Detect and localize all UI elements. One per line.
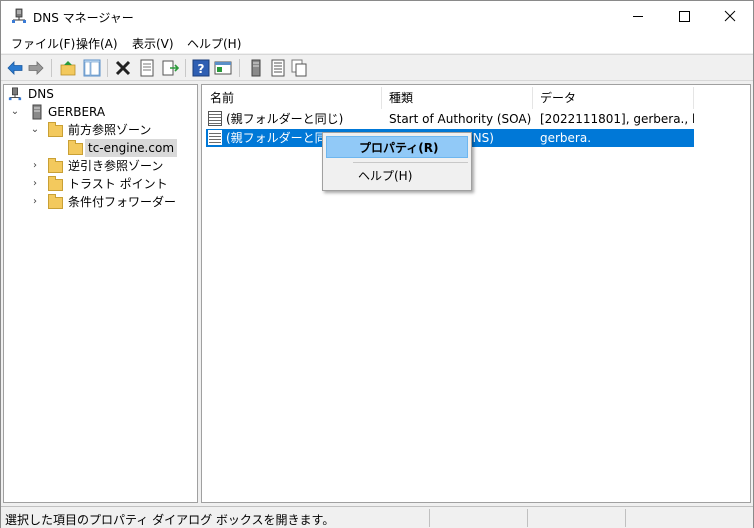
forward-arrow-icon[interactable] xyxy=(27,59,45,77)
tree-label-server: GERBERA xyxy=(48,105,106,119)
dns-manager-window: DNS マネージャー ファイル(F) 操作(A) 表示(V) ヘルプ(H) ? … xyxy=(0,0,754,528)
cell-type: (NS) xyxy=(468,131,494,145)
expanded-chevron-icon[interactable]: ⌄ xyxy=(30,121,40,139)
collapsed-chevron-icon[interactable]: › xyxy=(30,193,40,211)
maximize-button[interactable] xyxy=(661,1,707,31)
close-icon xyxy=(724,10,736,22)
tree-item-dns[interactable]: DNS xyxy=(8,85,188,103)
cell-type: Start of Authority (SOA) xyxy=(389,112,532,126)
tree-label-zone: tc-engine.com xyxy=(85,139,178,157)
expanded-chevron-icon[interactable]: ⌄ xyxy=(10,103,20,121)
up-folder-icon[interactable] xyxy=(59,59,77,77)
cell-data: gerbera. xyxy=(540,131,592,145)
tree-label-reverse-zones: 逆引き参照ゾーン xyxy=(68,159,164,173)
back-arrow-icon[interactable] xyxy=(6,59,24,77)
tree-label-trust-points: トラスト ポイント xyxy=(68,177,168,191)
dns-icon xyxy=(8,87,22,101)
window-title: DNS マネージャー xyxy=(33,11,134,25)
collapsed-chevron-icon[interactable]: › xyxy=(30,175,40,193)
menu-help[interactable]: ヘルプ(H) xyxy=(187,35,241,52)
delete-icon[interactable] xyxy=(114,59,132,77)
folder-icon xyxy=(48,176,63,191)
column-header-type[interactable]: 種類 xyxy=(383,87,533,109)
tree-item-server[interactable]: ⌄ GERBERA xyxy=(8,103,188,121)
toolbar-separator xyxy=(51,59,52,77)
tree-item-forward-zones[interactable]: ⌄ 前方参照ゾーン xyxy=(8,121,193,139)
show-hide-tree-icon[interactable] xyxy=(83,59,101,77)
context-menu-properties[interactable]: プロパティ(R) xyxy=(326,136,468,158)
table-row[interactable]: (親フォルダーと同じ) Start of Authority (SOA) [20… xyxy=(206,110,694,128)
toolbar-separator xyxy=(107,59,108,77)
status-bar: 選択した項目のプロパティ ダイアログ ボックスを開きます。 xyxy=(1,506,753,528)
context-menu: プロパティ(R) ヘルプ(H) xyxy=(322,132,472,191)
tree-item-conditional-forwarders[interactable]: › 条件付フォワーダー xyxy=(8,193,193,211)
minimize-button[interactable] xyxy=(615,1,661,31)
mmc-icon[interactable] xyxy=(214,59,232,77)
menu-view[interactable]: 表示(V) xyxy=(132,35,174,52)
tree-item-reverse-zones[interactable]: › 逆引き参照ゾーン xyxy=(8,157,193,175)
toolbar-separator xyxy=(185,59,186,77)
folder-icon xyxy=(48,122,63,137)
menu-file[interactable]: ファイル(F) xyxy=(11,35,75,52)
status-panel xyxy=(625,509,753,527)
toolbar-separator xyxy=(239,59,240,77)
tree-item-zone[interactable]: tc-engine.com xyxy=(8,139,193,157)
record-icon xyxy=(208,130,222,145)
copy-icon[interactable] xyxy=(290,59,308,77)
list-icon[interactable] xyxy=(269,59,287,77)
status-panel xyxy=(429,509,527,527)
status-panel xyxy=(527,509,625,527)
context-menu-separator xyxy=(353,162,468,163)
help-icon[interactable]: ? xyxy=(192,59,210,77)
tree-label-dns: DNS xyxy=(28,87,54,101)
toolbar: ? xyxy=(1,54,753,81)
column-header-data[interactable]: データ xyxy=(534,87,694,109)
server-icon xyxy=(32,104,42,120)
properties-icon[interactable] xyxy=(138,59,156,77)
server-icon[interactable] xyxy=(247,59,265,77)
record-icon xyxy=(208,111,222,126)
export-list-icon[interactable] xyxy=(161,59,179,77)
dns-app-icon xyxy=(12,8,26,23)
tree-item-trust-points[interactable]: › トラスト ポイント xyxy=(8,175,193,193)
folder-icon xyxy=(48,158,63,173)
menu-bar: ファイル(F) 操作(A) 表示(V) ヘルプ(H) xyxy=(1,31,753,53)
cell-data: [2022111801], gerbera., ho... xyxy=(540,112,694,126)
tree-label-forward-zones: 前方参照ゾーン xyxy=(68,123,152,137)
menu-action[interactable]: 操作(A) xyxy=(76,35,118,52)
tree-label-conditional-forwarders: 条件付フォワーダー xyxy=(68,195,177,209)
column-header-name[interactable]: 名前 xyxy=(204,87,382,109)
cell-name: (親フォルダーと同じ) xyxy=(226,112,344,126)
context-menu-help[interactable]: ヘルプ(H) xyxy=(326,165,468,187)
title-bar: DNS マネージャー xyxy=(1,1,753,31)
svg-text:?: ? xyxy=(198,62,205,76)
status-text: 選択した項目のプロパティ ダイアログ ボックスを開きます。 xyxy=(5,513,335,527)
folder-icon xyxy=(48,194,63,209)
tree-pane[interactable]: DNS ⌄ GERBERA ⌄ 前方参照ゾーン tc-engine.com › … xyxy=(3,84,198,503)
collapsed-chevron-icon[interactable]: › xyxy=(30,157,40,175)
list-pane[interactable]: 名前 種類 データ (親フォルダーと同じ) Start of Authority… xyxy=(201,84,751,503)
close-button[interactable] xyxy=(707,1,753,31)
folder-icon xyxy=(68,140,83,155)
